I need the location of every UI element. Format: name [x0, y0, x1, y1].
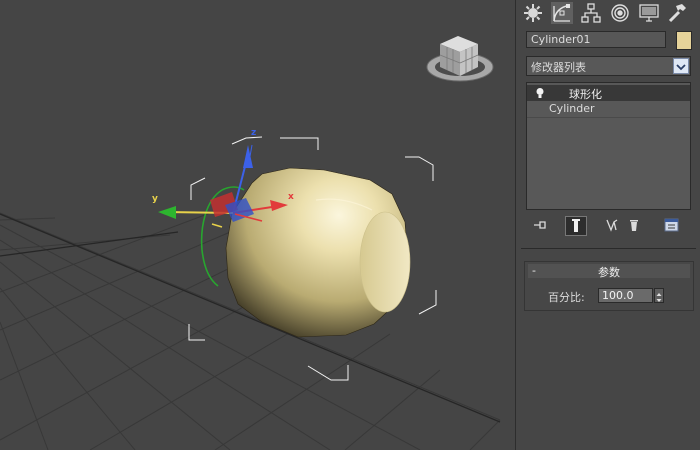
hierarchy-icon[interactable]	[580, 2, 602, 24]
create-icon[interactable]	[522, 2, 544, 24]
modifier-list-label: 修改器列表	[531, 61, 586, 74]
remove-modifier-icon[interactable]	[624, 216, 644, 234]
show-end-result-icon[interactable]	[565, 216, 587, 236]
stack-item-spherify[interactable]: 球形化	[527, 85, 690, 101]
stack-item-label: Cylinder	[549, 102, 595, 115]
percent-label: 百分比:	[548, 291, 585, 304]
viewcube[interactable]	[426, 36, 494, 82]
object-color-swatch[interactable]	[676, 31, 692, 50]
gizmo-x-label: x	[288, 192, 294, 202]
modifier-list-dropdown[interactable]: 修改器列表	[526, 56, 691, 76]
chevron-down-icon[interactable]	[673, 58, 689, 74]
modify-icon[interactable]	[551, 2, 573, 24]
percent-input[interactable]: 100.0	[598, 288, 653, 303]
perspective-viewport[interactable]: x y z	[0, 0, 515, 450]
display-icon[interactable]	[638, 2, 660, 24]
object-name-field[interactable]: Cylinder01	[526, 31, 666, 48]
viewport-scene	[0, 36, 501, 450]
configure-modifier-sets-icon[interactable]	[662, 216, 682, 234]
stack-item-cylinder[interactable]: Cylinder	[527, 101, 690, 118]
pin-stack-icon[interactable]	[531, 216, 551, 234]
utilities-icon[interactable]	[666, 2, 688, 24]
make-unique-icon[interactable]	[604, 216, 624, 234]
command-panel: Cylinder01 修改器列表 球形化 Cylinder - 参数 百分比: …	[515, 0, 700, 450]
spherify-object[interactable]	[225, 167, 411, 338]
rollout-title: 参数	[598, 266, 620, 279]
percent-spinner[interactable]	[654, 288, 664, 303]
stack-item-label: 球形化	[569, 88, 602, 101]
modifier-stack[interactable]: 球形化 Cylinder	[526, 82, 691, 210]
motion-icon[interactable]	[609, 2, 631, 24]
collapse-icon[interactable]: -	[532, 264, 536, 277]
parameters-rollout: - 参数 百分比: 100.0	[524, 261, 694, 311]
panel-divider	[521, 248, 696, 249]
gizmo-y-label: y	[152, 194, 158, 204]
parameters-rollout-header[interactable]: - 参数	[528, 264, 690, 279]
gizmo-z-label: z	[251, 128, 257, 138]
lightbulb-icon[interactable]	[535, 87, 545, 102]
